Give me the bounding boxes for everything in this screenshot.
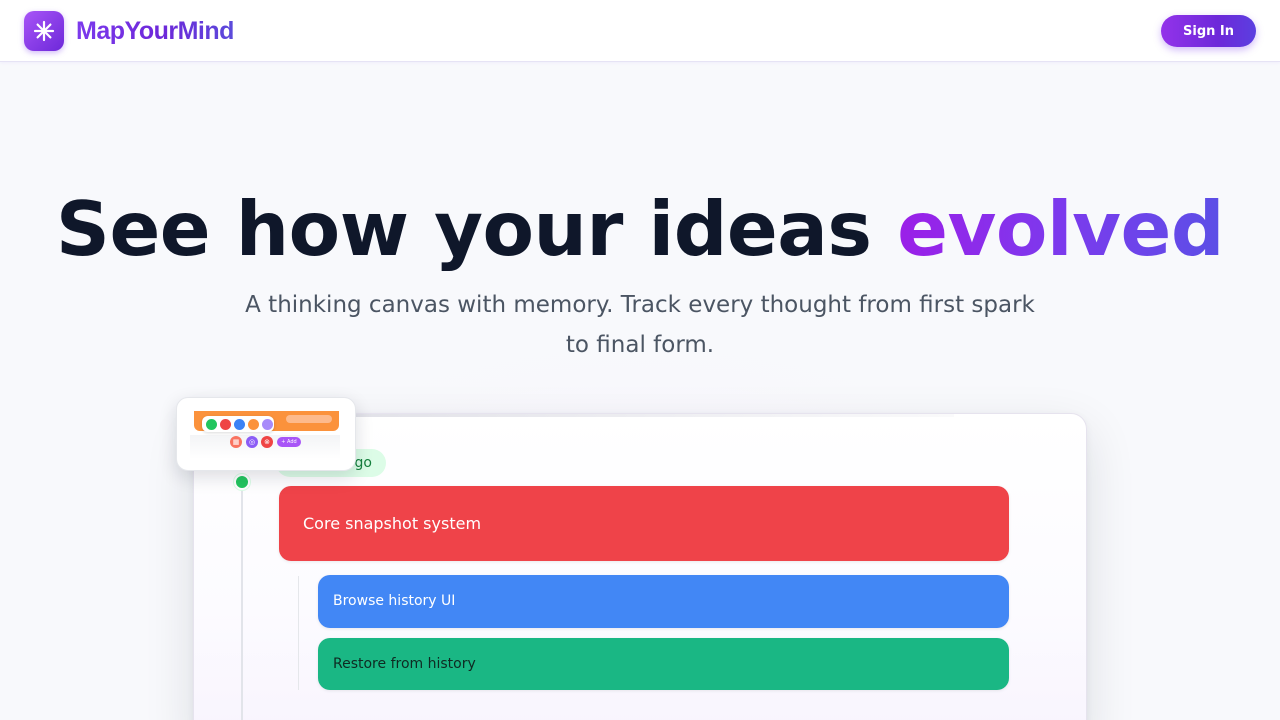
target-icon: ◎ bbox=[246, 436, 258, 448]
node-restore-from-history[interactable]: Restore from history bbox=[318, 638, 1009, 690]
hero-subheadline: A thinking canvas with memory. Track eve… bbox=[245, 292, 1035, 358]
grid-icon: ▦ bbox=[230, 436, 242, 448]
swatch-green bbox=[206, 419, 217, 430]
node-core-snapshot-system[interactable]: Core snapshot system bbox=[279, 486, 1009, 561]
swatch-orange bbox=[248, 419, 259, 430]
node-browse-history-ui[interactable]: Browse history UI bbox=[318, 575, 1009, 628]
sparkle-icon bbox=[33, 20, 55, 42]
headline-accent-text: evolved bbox=[897, 185, 1225, 273]
brand-name[interactable]: MapYourMind bbox=[76, 14, 234, 48]
delete-icon: ⊗ bbox=[261, 436, 273, 448]
snapshot-thumbnail[interactable]: ▦ ◎ ⊗ + Add bbox=[176, 397, 356, 471]
timeline-dot[interactable] bbox=[234, 474, 250, 490]
logo[interactable] bbox=[24, 11, 64, 51]
swatch-blue bbox=[234, 419, 245, 430]
thumbnail-bar-highlight bbox=[286, 415, 332, 423]
hero-headline: See how your ideas evolved bbox=[0, 186, 1280, 272]
thumbnail-add-button: + Add bbox=[277, 437, 301, 447]
timeline-line bbox=[241, 489, 243, 720]
child-connector-line bbox=[298, 576, 299, 690]
headline-main-text: See how your ideas bbox=[55, 185, 898, 273]
swatch-red bbox=[220, 419, 231, 430]
swatch-violet bbox=[262, 419, 273, 430]
sign-in-button[interactable]: Sign In bbox=[1161, 15, 1256, 47]
color-palette bbox=[202, 416, 274, 432]
top-navbar: MapYourMind Sign In bbox=[0, 0, 1280, 62]
